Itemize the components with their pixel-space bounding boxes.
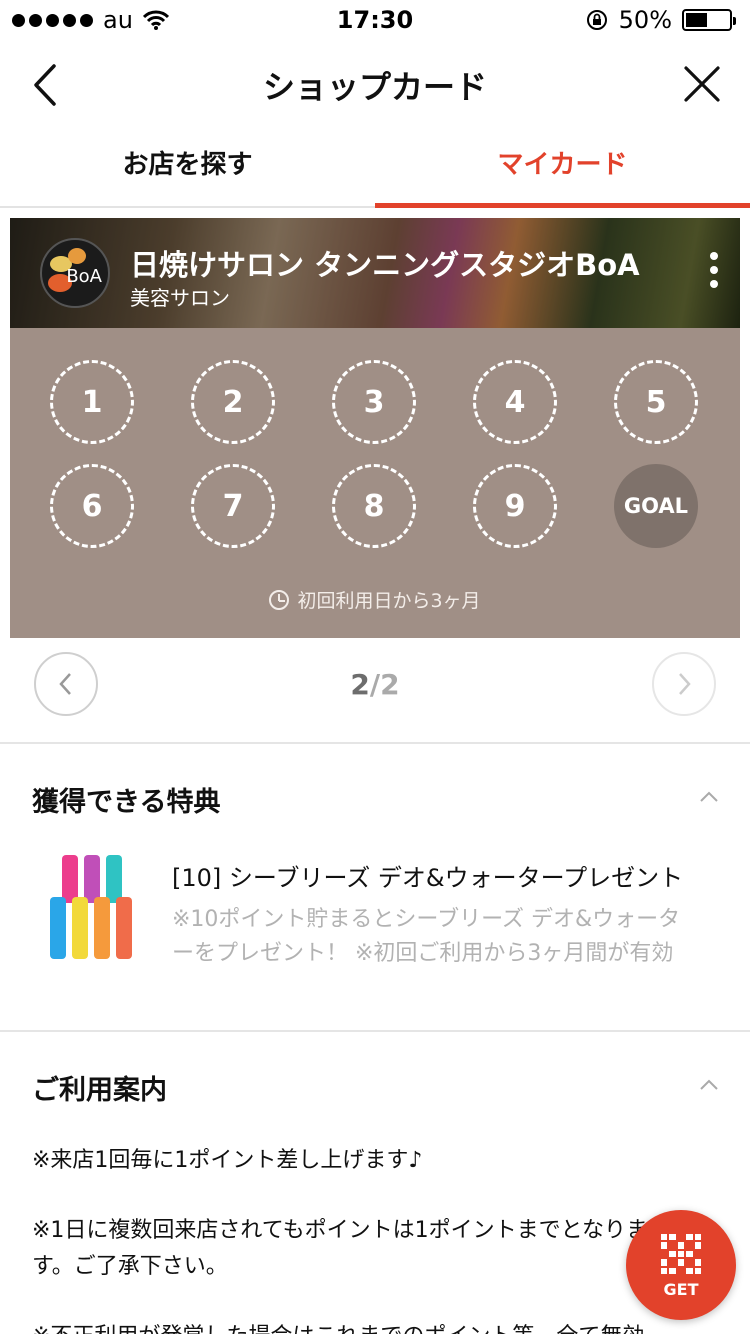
stamp-slot: 7 bbox=[191, 464, 275, 548]
benefit-desc-line: ※10ポイント貯まるとシーブリーズ デオ&ウォータ bbox=[172, 907, 681, 932]
page-current: 2 bbox=[350, 668, 370, 701]
status-bar: au 17:30 50% bbox=[0, 0, 750, 40]
shop-category: 美容サロン bbox=[130, 286, 230, 310]
benefits-title: 獲得できる特典 bbox=[32, 787, 221, 818]
shop-logo-text: BoA bbox=[66, 266, 102, 287]
benefit-desc-line: ーをプレゼント！ ※初回ご利用から3ヶ月間が有効 bbox=[172, 941, 674, 966]
get-points-button[interactable]: GET bbox=[626, 1210, 736, 1320]
guide-title: ご利用案内 bbox=[32, 1075, 167, 1106]
status-right: 50% bbox=[585, 6, 736, 34]
goal-stamp: GOAL bbox=[614, 464, 698, 548]
tab-find-shop[interactable]: お店を探す bbox=[0, 130, 375, 206]
shop-logo: BoA bbox=[40, 238, 110, 308]
stamp-slot: 5 bbox=[614, 360, 698, 444]
shop-name: 日焼けサロン タンニングスタジオBoA bbox=[130, 248, 640, 282]
stamp-slot: 2 bbox=[191, 360, 275, 444]
benefit-title[interactable]: [10] シーブリーズ デオ&ウォータープレゼント bbox=[172, 858, 712, 893]
stamp-grid: 1 2 3 4 5 6 7 8 9 GOAL bbox=[10, 328, 740, 568]
tab-bar: お店を探す マイカード bbox=[0, 130, 750, 208]
section-divider bbox=[0, 1030, 750, 1032]
qr-code-icon bbox=[661, 1234, 701, 1274]
battery-icon bbox=[682, 9, 736, 31]
next-card-button[interactable] bbox=[652, 652, 716, 716]
card-pager: 2/2 bbox=[0, 652, 750, 722]
validity-text: 初回利用日から3ヶ月 bbox=[297, 590, 481, 612]
shop-card[interactable]: BoA 日焼けサロン タンニングスタジオBoA 美容サロン 1 2 3 4 5 … bbox=[10, 218, 740, 638]
guide-line: ※不正利用が発覚した場合はこれまでのポイント等、全て無効 bbox=[32, 1318, 644, 1334]
stamp-slot: 3 bbox=[332, 360, 416, 444]
section-divider bbox=[0, 742, 750, 744]
battery-percent: 50% bbox=[618, 6, 672, 34]
page-total: /2 bbox=[369, 668, 400, 701]
validity-note: 初回利用日から3ヶ月 bbox=[10, 586, 740, 613]
rotation-lock-icon bbox=[586, 10, 607, 30]
stamp-slot: 6 bbox=[50, 464, 134, 548]
get-label: GET bbox=[663, 1280, 699, 1299]
tab-my-card[interactable]: マイカード bbox=[375, 130, 750, 208]
stamp-slot: 9 bbox=[473, 464, 557, 548]
collapse-guide-icon[interactable] bbox=[698, 1074, 720, 1096]
guide-line: ※来店1回毎に1ポイント差し上げます♪ bbox=[32, 1148, 423, 1173]
guide-line: す。ご了承下さい。 bbox=[32, 1254, 228, 1279]
stamp-slot: 8 bbox=[332, 464, 416, 548]
guide-line: ※1日に複数回来店されてもポイントは1ポイントまでとなりま bbox=[32, 1218, 649, 1243]
more-options-icon[interactable] bbox=[706, 252, 722, 292]
clock-icon bbox=[269, 589, 290, 610]
page-indicator: 2/2 bbox=[0, 668, 750, 701]
stamp-slot: 1 bbox=[50, 360, 134, 444]
stamp-slot: 4 bbox=[473, 360, 557, 444]
collapse-benefits-icon[interactable] bbox=[698, 786, 720, 808]
benefit-product-image bbox=[46, 855, 140, 960]
page-title: ショップカード bbox=[262, 68, 487, 106]
nav-header: ショップカード bbox=[0, 40, 750, 130]
benefit-description: ※10ポイント貯まるとシーブリーズ デオ&ウォータ ーをプレゼント！ ※初回ご利… bbox=[172, 903, 712, 971]
chevron-right-icon bbox=[679, 673, 691, 695]
close-icon[interactable] bbox=[682, 62, 722, 106]
